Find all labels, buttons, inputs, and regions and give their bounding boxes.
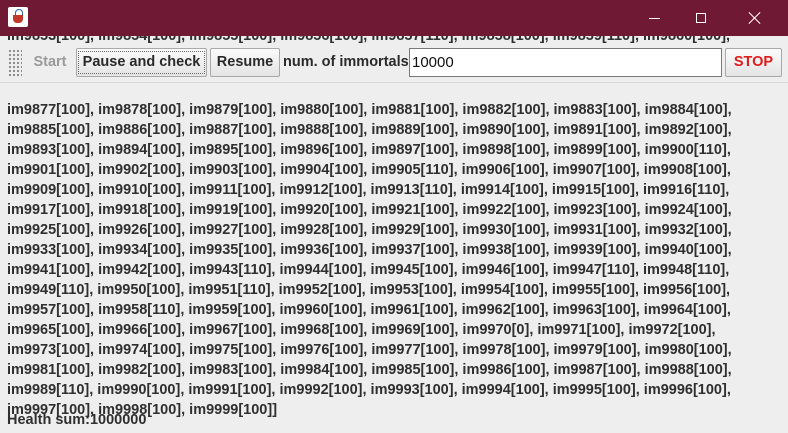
close-button[interactable] (732, 0, 778, 36)
maximize-icon (696, 13, 706, 23)
health-sum-text: Health sum:1000000 (7, 412, 147, 428)
resume-button[interactable]: Resume (210, 48, 280, 77)
title-bar (0, 0, 788, 36)
output-line: im9909[100], im9910[100], im9911[100], i… (7, 182, 730, 198)
output-line: im9981[100], im9982[100], im9983[100], i… (7, 362, 732, 378)
output-line: im9885[100], im9886[100], im9887[100], i… (7, 122, 732, 138)
immortals-count-input[interactable] (409, 48, 722, 77)
close-icon (748, 11, 762, 25)
output-line: im9949[110], im9950[100], im9951[110], i… (7, 282, 731, 298)
toolbar-grip-icon[interactable] (8, 49, 22, 77)
output-line: im9965[100], im9966[100], im9967[100], i… (7, 322, 716, 338)
output-line: im9893[100], im9894[100], im9895[100], i… (7, 142, 731, 158)
minimize-button[interactable] (631, 0, 677, 36)
output-text-area[interactable]: im9853[100], im9854[100], im9855[100], i… (0, 36, 788, 433)
maximize-button[interactable] (678, 0, 724, 36)
toolbar: Start Pause and check Resume num. of imm… (0, 44, 788, 83)
output-line: im9901[100], im9902[100], im9903[100], i… (7, 162, 731, 178)
output-line: im9925[100], im9926[100], im9927[100], i… (7, 222, 732, 238)
immortals-count-label: num. of immortals: (283, 54, 414, 70)
stop-button[interactable]: STOP (725, 48, 782, 77)
output-line: im9989[110], im9990[100], im9991[100], i… (7, 382, 731, 398)
output-line: im9877[100], im9878[100], im9879[100], i… (7, 102, 732, 118)
pause-and-check-label: Pause and check (77, 51, 206, 74)
output-line: im9973[100], im9974[100], im9975[100], i… (7, 342, 732, 358)
output-line: im9957[100], im9958[110], im9959[100], i… (7, 302, 731, 318)
pause-and-check-button[interactable]: Pause and check (76, 48, 207, 77)
start-button[interactable]: Start (27, 48, 73, 77)
minimize-icon (648, 17, 660, 19)
output-line: im9941[100], im9942[100], im9943[110], i… (7, 262, 730, 278)
java-cup-icon (8, 7, 28, 27)
output-line: im9933[100], im9934[100], im9935[100], i… (7, 242, 732, 258)
output-line: im9917[100], im9918[100], im9919[100], i… (7, 202, 732, 218)
